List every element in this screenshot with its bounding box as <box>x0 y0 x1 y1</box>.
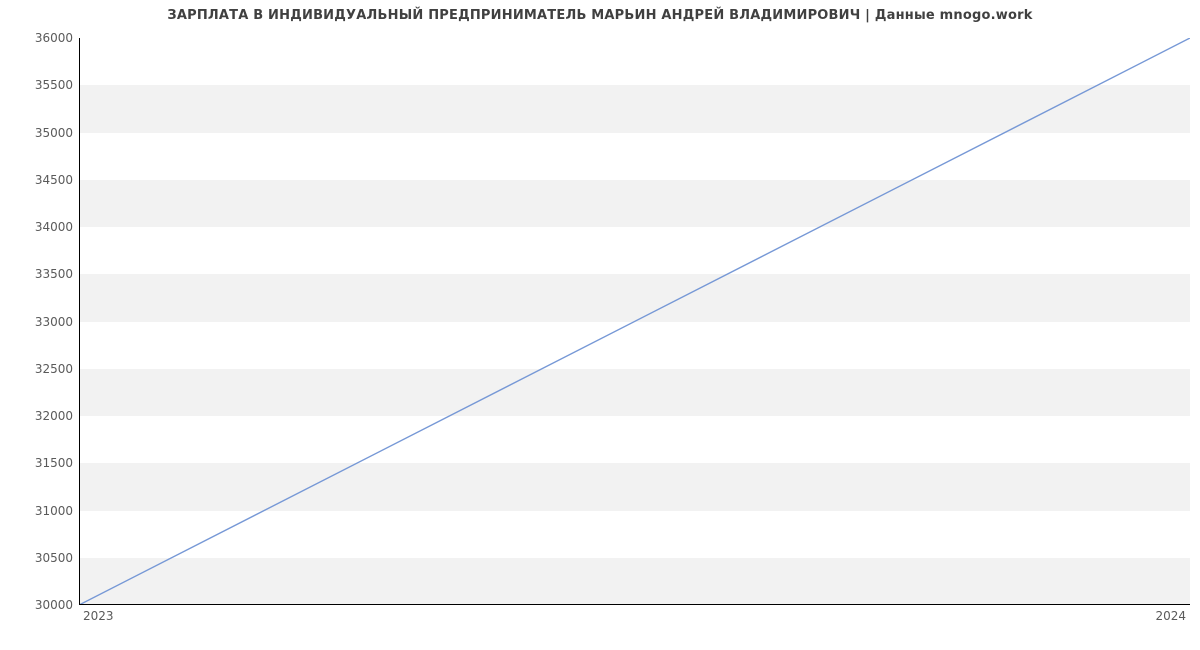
x-axis-labels: 2023 2024 <box>79 605 1190 625</box>
y-tick-label: 36000 <box>35 31 73 45</box>
y-tick-label: 31500 <box>35 456 73 470</box>
grid-band <box>79 369 1190 416</box>
y-tick-label: 30500 <box>35 551 73 565</box>
x-tick-label: 2024 <box>1155 609 1186 623</box>
y-tick-label: 33500 <box>35 267 73 281</box>
chart-title: ЗАРПЛАТА В ИНДИВИДУАЛЬНЫЙ ПРЕДПРИНИМАТЕЛ… <box>0 8 1200 23</box>
y-tick-label: 32500 <box>35 362 73 376</box>
y-tick-label: 30000 <box>35 598 73 612</box>
y-tick-label: 34000 <box>35 220 73 234</box>
y-tick-label: 34500 <box>35 173 73 187</box>
x-tick-label: 2023 <box>83 609 114 623</box>
grid-band <box>79 274 1190 321</box>
y-axis-line <box>79 38 80 605</box>
y-tick-label: 33000 <box>35 315 73 329</box>
grid-band <box>79 180 1190 227</box>
y-tick-label: 32000 <box>35 409 73 423</box>
grid-band <box>79 85 1190 132</box>
grid-band <box>79 463 1190 510</box>
plot-area <box>79 38 1190 605</box>
y-tick-label: 35500 <box>35 78 73 92</box>
y-axis-labels: 3000030500310003150032000325003300033500… <box>0 38 79 605</box>
grid-band <box>79 558 1190 605</box>
y-tick-label: 35000 <box>35 126 73 140</box>
y-tick-label: 31000 <box>35 504 73 518</box>
salary-line-chart: ЗАРПЛАТА В ИНДИВИДУАЛЬНЫЙ ПРЕДПРИНИМАТЕЛ… <box>0 0 1200 650</box>
